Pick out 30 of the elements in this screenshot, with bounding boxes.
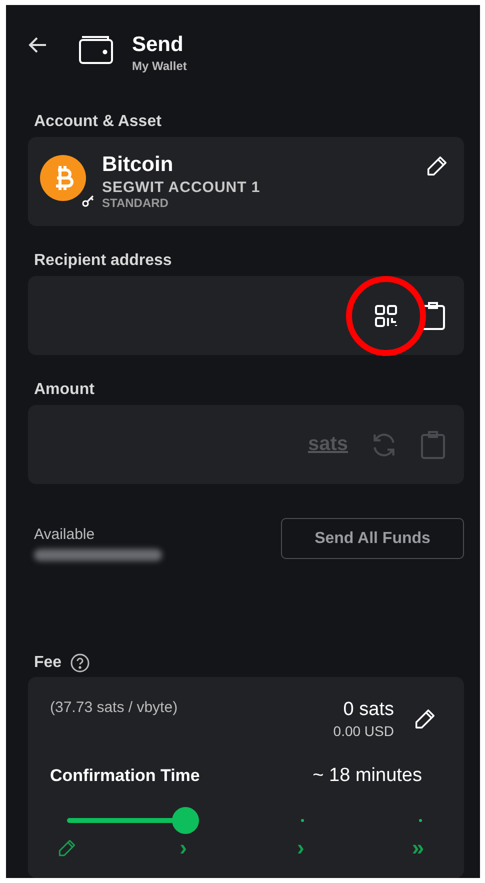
account-type: STANDARD: [102, 196, 170, 210]
bitcoin-icon: [40, 155, 86, 201]
wallet-icon: [78, 33, 114, 65]
section-label: Recipient address: [34, 252, 173, 270]
available-label: Available: [34, 526, 96, 544]
speed-step[interactable]: »: [406, 837, 430, 860]
step-dot: [419, 819, 422, 822]
asset-name: Bitcoin: [102, 153, 174, 177]
step-dot: [301, 819, 304, 822]
section-label: Amount: [34, 381, 96, 400]
section-label: Account & Asset: [34, 113, 162, 131]
page-title: Send: [132, 33, 184, 57]
wallet-name: My Wallet: [132, 59, 187, 73]
account-card[interactable]: Bitcoin SEGWIT ACCOUNT 1 STANDARD: [28, 137, 464, 226]
fee-amount: 0 sats: [343, 699, 394, 722]
section-label: Fee: [34, 654, 62, 672]
qr-scan-icon[interactable]: [374, 304, 398, 328]
send-all-button[interactable]: Send All Funds: [281, 518, 464, 560]
confirmation-time: ~ 18 minutes: [312, 765, 422, 788]
speed-step[interactable]: ›: [171, 837, 196, 860]
address-field[interactable]: [28, 276, 464, 356]
help-icon[interactable]: [70, 653, 90, 674]
fee-fiat: 0.00 USD: [333, 723, 394, 740]
speed-step[interactable]: ›: [288, 837, 313, 860]
slider-thumb[interactable]: [172, 807, 199, 834]
fee-rate: (37.73 sats / vbyte): [50, 699, 178, 716]
confirmation-label: Confirmation Time: [50, 766, 200, 786]
account-name: SEGWIT ACCOUNT 1: [102, 179, 262, 196]
fee-slider[interactable]: [67, 805, 420, 836]
key-icon: [82, 195, 94, 207]
